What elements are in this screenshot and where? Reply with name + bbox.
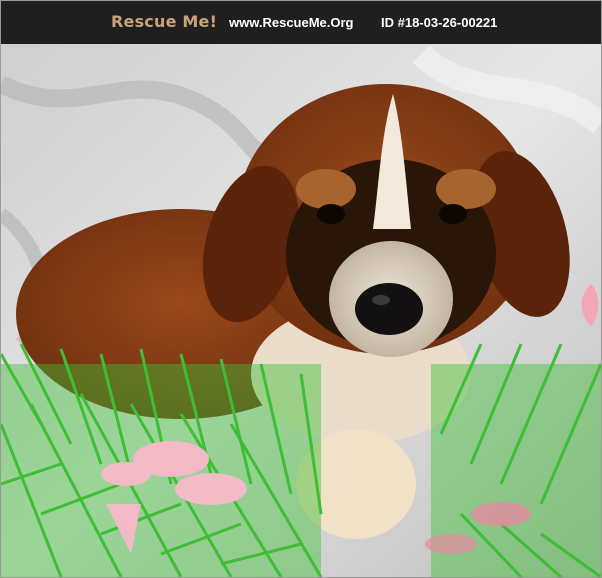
pink-ribbon xyxy=(175,473,247,505)
right-eye xyxy=(439,204,467,224)
pink-ribbon xyxy=(101,462,151,486)
nose xyxy=(355,283,423,335)
brand-logo: Rescue Me! xyxy=(111,12,218,31)
right-brow xyxy=(436,169,496,209)
site-url: www.RescueMe.Org xyxy=(229,15,354,30)
pink-ribbon xyxy=(425,534,477,554)
nose-highlight xyxy=(372,295,390,305)
left-brow xyxy=(296,169,356,209)
left-eye xyxy=(317,204,345,224)
pink-ribbon xyxy=(471,502,531,526)
header-bar: Rescue Me! www.RescueMe.Org ID #18-03-26… xyxy=(1,1,601,44)
puppy-photo xyxy=(1,44,601,577)
listing-image-frame: Rescue Me! www.RescueMe.Org ID #18-03-26… xyxy=(0,0,602,578)
listing-id: ID #18-03-26-00221 xyxy=(381,15,498,30)
